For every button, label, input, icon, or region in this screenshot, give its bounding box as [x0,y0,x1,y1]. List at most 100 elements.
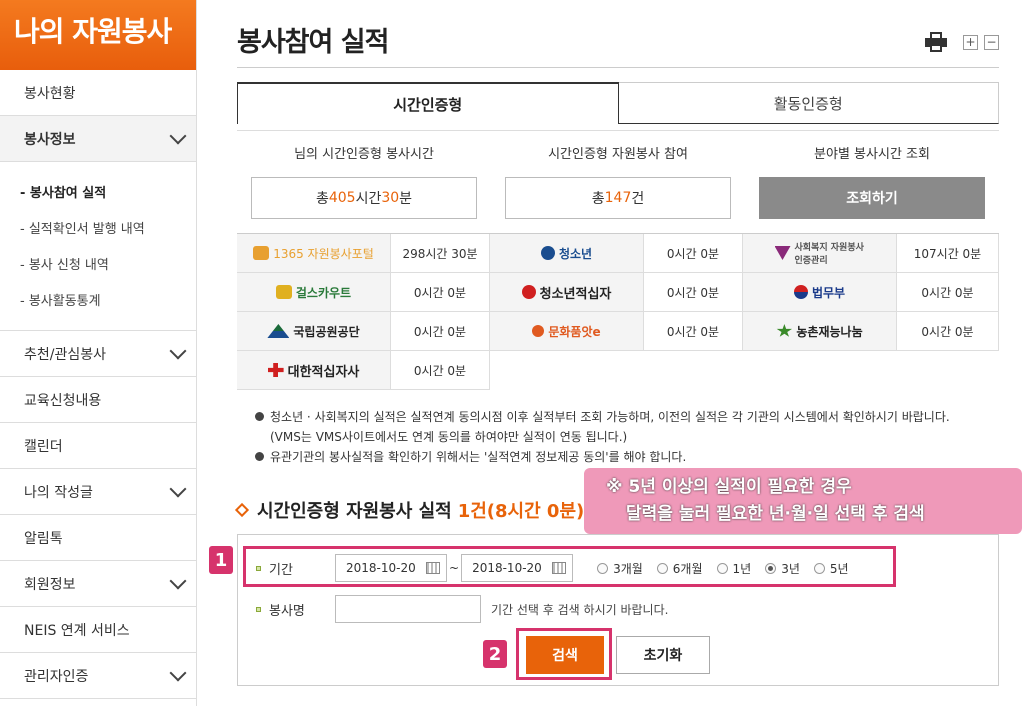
note-item: 청소년 · 사회복지의 실적은 실적연계 동의시점 이후 실적부터 조회 가능하… [255,407,995,447]
sidebar-item-label: 관리자인증 [24,668,89,685]
summary-hours-box: 총 405 시간 30 분 [251,177,477,219]
sidebar-item-alimtalk[interactable]: 알림톡 [0,515,196,561]
org-hours: 0시간 0분 [391,273,490,312]
minutes-value: 30 [381,190,400,206]
org-hours: 0시간 0분 [644,312,743,351]
count-unit: 건 [631,191,645,207]
org-hours: 0시간 0분 [644,273,743,312]
count-prefix: 총 [591,191,605,207]
org-name: 국립공원공단 [293,324,360,339]
hours-unit: 시간 [355,191,382,207]
org-name: 걸스카우트 [295,285,352,300]
sidebar-sub-list: - 봉사참여 실적 - 실적확인서 발행 내역 - 봉사 신청 내역 - 봉사활… [0,162,196,331]
sidebar-sub-item-certificates[interactable]: - 실적확인서 발행 내역 [20,212,196,248]
sidebar-item-label: 회원정보 [24,576,76,593]
sidebar-item-label: 봉사현황 [24,85,76,102]
summary-hours-label: 님의 시간인증형 봉사시간 [294,147,434,162]
chevron-down-icon [169,127,187,144]
org-hours: 0시간 0분 [644,234,743,273]
org-logo: 법무부 [743,273,897,312]
org-hours: 0시간 0분 [391,351,490,390]
red-cross-logo-icon [521,285,536,299]
org-logo: 청소년적십자 [490,273,644,312]
tab-time-certified[interactable]: 시간인증형 [237,82,619,124]
bullet-icon [255,452,264,461]
section-title: 시간인증형 자원봉사 실적 1건(8시간 0분) [234,497,585,523]
summary-panel: 님의 시간인증형 봉사시간 총 405 시간 30 분 시간인증형 자원봉사 참여 … [237,130,999,232]
national-park-logo-icon [267,324,290,338]
org-hours: 107시간 0분 [897,234,999,273]
chevron-down-icon [169,480,187,497]
org-hours-table: 1365 자원봉사포털 298시간 30분 청소년 0시간 0분 사회복지 자원… [237,233,999,390]
sidebar-item-calendar[interactable]: 캘린더 [0,423,196,469]
tab-activity-certified[interactable]: 활동인증형 [618,82,999,124]
callout-line: 달력을 눌러 필요한 년·월·일 선택 후 검색 [626,504,925,524]
period-hint: 기간 선택 후 검색 하시기 바랍니다. [491,602,669,617]
diamond-icon [234,502,250,518]
org-name: 법무부 [811,285,846,300]
sidebar-item-status[interactable]: 봉사현황 [0,70,196,116]
red-cross-logo-icon [267,363,284,377]
title-divider [237,67,999,68]
sidebar-item-label: NEIS 연계 서비스 [24,622,130,639]
zoom-in-button[interactable]: + [963,34,978,50]
sidebar-item-label: 교육신청내용 [24,392,102,409]
highlight-search-button [516,628,612,680]
portal-logo-icon [253,246,270,260]
sidebar-sub-item-applications[interactable]: - 봉사 신청 내역 [20,248,196,284]
field-lookup-button[interactable]: 조회하기 [759,177,985,219]
print-icon[interactable] [925,32,947,52]
sidebar-title: 나의 자원봉사 [0,0,196,70]
sidebar-item-label: 알림톡 [24,530,63,547]
org-hours: 298시간 30분 [391,234,490,273]
sidebar-item-education[interactable]: 교육신청내용 [0,377,196,423]
sidebar-item-recommend[interactable]: 추천/관심봉사 [0,331,196,377]
org-name: 농촌재능나눔 [796,324,863,339]
org-logo: 문화품앗e [490,312,644,351]
reset-button[interactable]: 초기화 [616,636,710,674]
note-item: 유관기관의 봉사실적을 확인하기 위해서는 '실적연계 정보제공 동의'를 해야… [255,447,995,467]
org-name: 문화품앗e [548,324,601,339]
chevron-down-icon [169,572,187,589]
highlight-period-row [243,546,896,587]
sidebar-item-admin[interactable]: 관리자인증 [0,653,196,699]
org-logo: 대한적십자사 [237,351,391,390]
summary-field-label: 분야별 봉사시간 조회 [814,147,930,162]
name-label: 봉사명 [269,603,305,619]
org-logo: 농촌재능나눔 [743,312,897,351]
sidebar-sub-item-stats[interactable]: - 봉사활동통계 [20,284,196,320]
sidebar-sub-item-records[interactable]: - 봉사참여 실적 [20,176,196,212]
org-name: 사회복지 자원봉사인증관리 [794,243,864,266]
org-logo: 청소년 [490,234,644,273]
activity-name-input[interactable] [335,595,481,623]
zoom-out-button[interactable]: − [984,34,999,50]
sidebar-item-label: 캘린더 [24,438,63,455]
sidebar-item-my-posts[interactable]: 나의 작성글 [0,469,196,515]
note-text: 유관기관의 봉사실적을 확인하기 위해서는 '실적연계 정보제공 동의'를 해야… [270,450,687,464]
sidebar-item-label: 추천/관심봉사 [24,346,106,363]
chevron-down-icon [169,664,187,681]
summary-hours: 님의 시간인증형 봉사시간 총 405 시간 30 분 [251,131,477,232]
org-logo: 1365 자원봉사포털 [237,234,391,273]
note-text: 청소년 · 사회복지의 실적은 실적연계 동의시점 이후 실적부터 조회 가능하… [270,410,950,424]
summary-count-label: 시간인증형 자원봉사 참여 [548,147,688,162]
org-hours: 0시간 0분 [897,273,999,312]
section-count: 1건(8시간 0분) [457,501,585,522]
org-logo: 걸스카우트 [237,273,391,312]
name-row: 봉사명 기간 선택 후 검색 하시기 바랍니다. [256,595,668,623]
sidebar-item-info[interactable]: 봉사정보 [0,116,196,162]
sidebar-item-neis[interactable]: NEIS 연계 서비스 [0,607,196,653]
badge-2: 2 [483,640,507,668]
notes: 청소년 · 사회복지의 실적은 실적연계 동의시점 이후 실적부터 조회 가능하… [255,407,995,467]
sidebar-item-label: 봉사정보 [24,131,76,148]
sidebar-item-member[interactable]: 회원정보 [0,561,196,607]
justice-ministry-logo-icon [793,285,808,299]
page-title: 봉사참여 실적 [237,27,389,58]
section-title-text: 시간인증형 자원봉사 실적 [257,501,452,522]
minutes-unit: 분 [399,191,413,207]
bullet-icon [255,412,264,421]
org-name: 1365 자원봉사포털 [273,246,374,261]
sidebar-item-label: 나의 작성글 [24,484,93,501]
callout-line: ※ 5년 이상의 실적이 필요한 경우 [606,477,852,497]
bullet-icon [256,606,261,612]
